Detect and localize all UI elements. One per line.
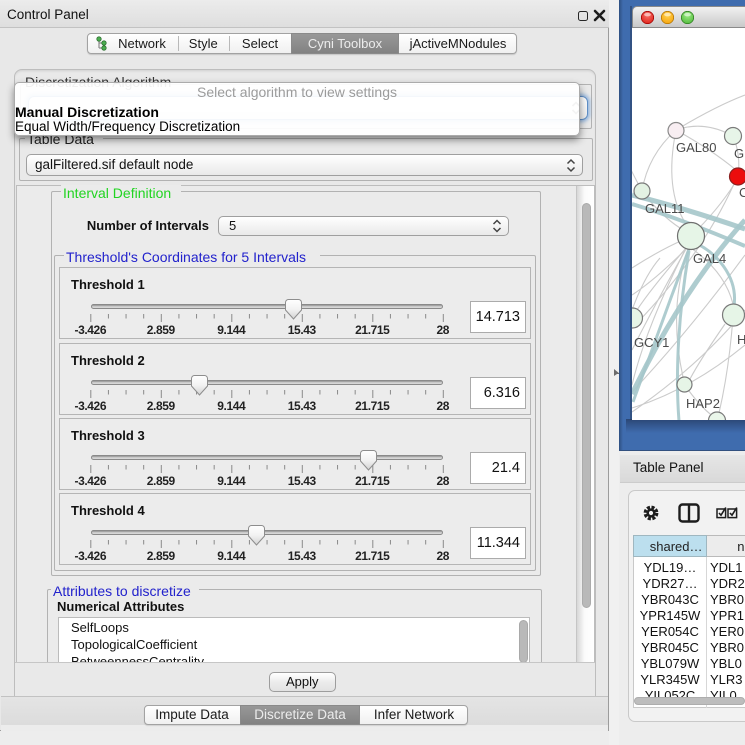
svg-text:GAL80: GAL80 <box>676 140 716 155</box>
svg-text:GAL11: GAL11 <box>645 201 685 216</box>
svg-text:C: C <box>739 185 745 200</box>
svg-text:HAP2: HAP2 <box>686 396 720 411</box>
svg-text:GCY1: GCY1 <box>634 335 669 350</box>
svg-text:H: H <box>737 332 745 347</box>
svg-text:G: G <box>734 146 744 161</box>
svg-text:GAL4: GAL4 <box>693 251 726 266</box>
